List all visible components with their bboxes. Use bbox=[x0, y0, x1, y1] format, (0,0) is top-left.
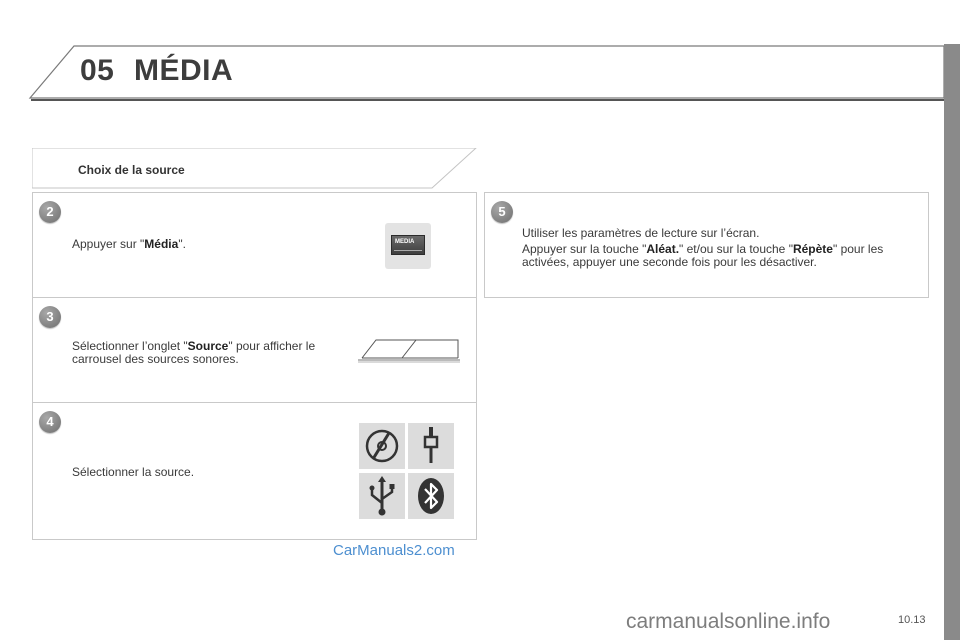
step-5-line-2: Appuyer sur la touche "Aléat." et/ou sur… bbox=[522, 242, 884, 269]
step-3-panel: 3 Sélectionner l’onglet "Source" pour af… bbox=[32, 297, 477, 403]
footer-watermark: carmanualsonline.info bbox=[626, 610, 831, 633]
bluetooth-icon bbox=[408, 473, 454, 519]
step-number-badge: 3 bbox=[39, 306, 61, 328]
repeat-keyword: Répète bbox=[792, 242, 833, 256]
chapter-number: 05 bbox=[80, 54, 115, 87]
step-3-instruction: Sélectionner l’onglet "Source" pour affi… bbox=[72, 339, 316, 366]
step-5-line-1: Utiliser les paramètres de lecture sur l… bbox=[522, 226, 760, 240]
watermark-link[interactable]: CarManuals2.com bbox=[333, 542, 455, 559]
section-heading: Choix de la source bbox=[32, 148, 478, 190]
aux-jack-icon bbox=[408, 423, 454, 469]
media-button-label: MEDIA bbox=[395, 239, 415, 245]
section-title: Choix de la source bbox=[78, 163, 185, 177]
source-tab-illustration bbox=[358, 339, 460, 363]
media-button-illustration: MEDIA bbox=[385, 223, 431, 269]
page-number: 10.13 bbox=[898, 614, 926, 626]
chapter-header: 05 MÉDIA bbox=[0, 0, 944, 110]
step-number-badge: 4 bbox=[39, 411, 61, 433]
step-5-panel: 5 Utiliser les paramètres de lecture sur… bbox=[484, 192, 929, 298]
source-keyword: Source bbox=[187, 339, 229, 353]
step-number-badge: 2 bbox=[39, 201, 61, 223]
cd-icon bbox=[359, 423, 405, 469]
step-number-badge: 5 bbox=[491, 201, 513, 223]
step-2-instruction: Appuyer sur "Média". bbox=[72, 237, 186, 251]
step-2-panel: 2 Appuyer sur "Média". MEDIA bbox=[32, 192, 477, 298]
usb-icon bbox=[359, 473, 405, 519]
step-4-instruction: Sélectionner la source. bbox=[72, 465, 195, 479]
page-side-bar bbox=[944, 44, 960, 640]
step-4-panel: 4 Sélectionner la source. bbox=[32, 402, 477, 540]
media-keyword: Média bbox=[144, 237, 179, 251]
random-keyword: Aléat. bbox=[646, 242, 680, 256]
chapter-title: MÉDIA bbox=[134, 54, 234, 87]
